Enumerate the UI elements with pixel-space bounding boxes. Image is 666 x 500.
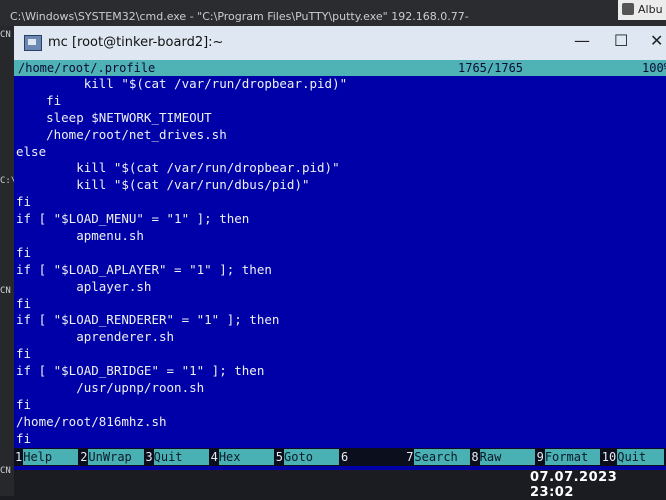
code-line: if [ "$LOAD_MENU" = "1" ]; then bbox=[16, 211, 250, 227]
fkey-number: 10 bbox=[600, 450, 618, 464]
code-line: if [ "$LOAD_RENDERER" = "1" ]; then bbox=[16, 312, 280, 328]
line-position: 1765/1765 bbox=[458, 61, 524, 75]
background-cmd-title: C:\Windows\SYSTEM32\cmd.exe - "C:\Progra… bbox=[10, 10, 469, 23]
fkey-number: 3 bbox=[144, 450, 154, 464]
background-cmd-left-edge: CN C:\ CN CN bbox=[0, 26, 16, 496]
fkey-number: 7 bbox=[405, 450, 415, 464]
fkey-number: 8 bbox=[470, 450, 480, 464]
code-line: kill "$(cat /var/run/dropbear.pid)" bbox=[16, 160, 340, 176]
viewer-status-bar: /home/root/.profile 1765/1765 100% bbox=[14, 60, 666, 76]
code-line: kill "$(cat /var/run/dropbear.pid)" bbox=[16, 76, 348, 91]
fkey-number: 2 bbox=[79, 450, 89, 464]
code-line: fi bbox=[16, 430, 32, 446]
code-line: if [ "$LOAD_APLAYER" = "1" ]; then bbox=[16, 261, 272, 277]
putty-window: mc [root@tinker-board2]:~ — ☐ ✕ /home/ro… bbox=[14, 26, 666, 470]
fkey-label: Format bbox=[544, 449, 601, 465]
photo-timestamp: 07.07.2023 23:02 bbox=[530, 470, 618, 500]
code-line: sleep $NETWORK_TIMEOUT bbox=[16, 109, 212, 125]
edge-char: CN bbox=[0, 466, 11, 476]
code-line: fi bbox=[16, 244, 32, 260]
code-line: /home/root/816mhz.sh bbox=[16, 413, 167, 429]
fkey-number: 6 bbox=[340, 450, 350, 464]
putty-icon bbox=[24, 35, 42, 51]
app-icon bbox=[622, 3, 634, 15]
code-line: fi bbox=[16, 194, 32, 210]
close-button[interactable]: ✕ bbox=[650, 31, 663, 50]
terminal-area[interactable]: /home/root/.profile 1765/1765 100% kill … bbox=[14, 60, 666, 470]
window-title: mc [root@tinker-board2]:~ bbox=[48, 35, 224, 50]
code-line: kill "$(cat /var/run/dbus/pid)" bbox=[16, 177, 310, 193]
taskbar-item[interactable]: Albu bbox=[618, 0, 666, 20]
fkey-number: 4 bbox=[209, 450, 219, 464]
fkey-label: Hex bbox=[218, 449, 275, 465]
fkey-4[interactable]: 4Hex bbox=[209, 449, 275, 465]
code-line: aplayer.sh bbox=[16, 278, 152, 294]
edge-char: CN bbox=[0, 286, 11, 296]
code-line: /home/root/net_drives.sh bbox=[16, 126, 227, 142]
fkey-label: UnWrap bbox=[88, 449, 144, 465]
fkey-1[interactable]: 1Help bbox=[14, 449, 79, 465]
code-line: apmenu.sh bbox=[16, 228, 144, 244]
fkey-label: Goto bbox=[284, 449, 340, 465]
edge-char: CN bbox=[0, 30, 11, 40]
fkey-label: Search bbox=[414, 449, 470, 465]
fkey-label: Quit bbox=[617, 449, 665, 465]
code-line: if [ "$LOAD_BRIDGE" = "1" ]; then bbox=[16, 363, 265, 379]
fkey-6[interactable]: 6 bbox=[340, 449, 404, 465]
function-key-bar: 1Help 2UnWrap 3Quit 4Hex 5Goto 6 7Search 8Raw 9F… bbox=[14, 448, 666, 466]
taskbar-item-label: Albu bbox=[638, 3, 663, 16]
code-line: fi bbox=[16, 346, 32, 362]
code-line: fi bbox=[16, 295, 32, 311]
file-path: /home/root/.profile bbox=[18, 61, 156, 75]
file-content[interactable]: kill "$(cat /var/run/dropbear.pid)" fi s… bbox=[16, 76, 664, 448]
fkey-3[interactable]: 3Quit bbox=[144, 449, 209, 465]
code-line: aprenderer.sh bbox=[16, 329, 175, 345]
fkey-number: 9 bbox=[535, 450, 545, 464]
code-line: fi bbox=[16, 396, 32, 412]
maximize-button[interactable]: ☐ bbox=[614, 31, 628, 50]
fkey-5[interactable]: 5Goto bbox=[274, 449, 340, 465]
fkey-9[interactable]: 9Format bbox=[535, 449, 601, 465]
code-line: fi bbox=[16, 92, 62, 108]
fkey-label: Quit bbox=[153, 449, 209, 465]
code-line: else bbox=[16, 143, 47, 159]
background-cmd-titlebar: C:\Windows\SYSTEM32\cmd.exe - "C:\Progra… bbox=[0, 0, 666, 26]
fkey-10[interactable]: 10Quit bbox=[600, 449, 665, 465]
fkey-number: 1 bbox=[14, 450, 24, 464]
fkey-8[interactable]: 8Raw bbox=[470, 449, 535, 465]
fkey-label: Raw bbox=[479, 449, 535, 465]
window-titlebar[interactable]: mc [root@tinker-board2]:~ — ☐ ✕ bbox=[14, 26, 666, 60]
fkey-2[interactable]: 2UnWrap bbox=[79, 449, 144, 465]
fkey-number: 5 bbox=[274, 450, 285, 464]
scroll-percent: 100% bbox=[642, 61, 666, 75]
code-line: /usr/upnp/roon.sh bbox=[16, 380, 205, 396]
fkey-label: Help bbox=[23, 449, 79, 465]
minimize-button[interactable]: — bbox=[574, 31, 590, 50]
fkey-7[interactable]: 7Search bbox=[405, 449, 470, 465]
